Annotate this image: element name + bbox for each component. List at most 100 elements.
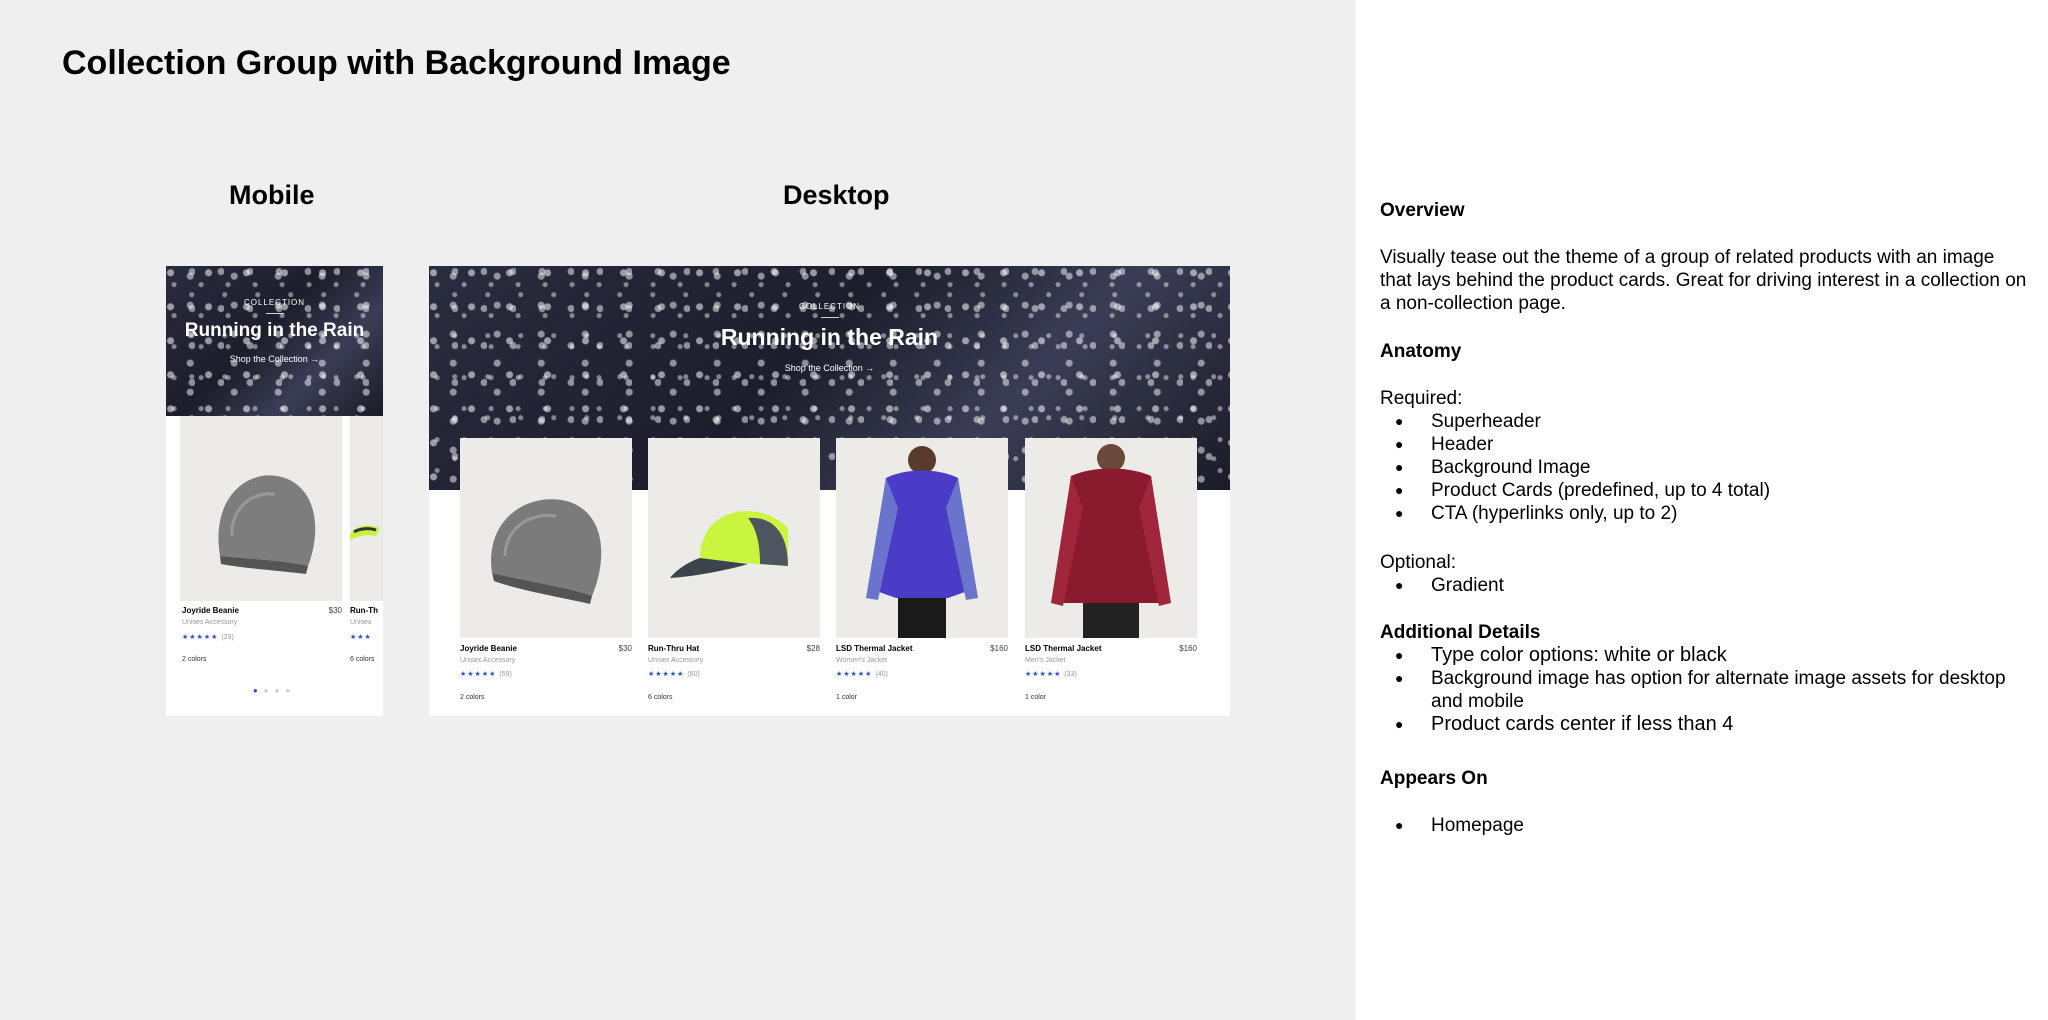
overview-text: Visually tease out the theme of a group … <box>1380 247 2027 314</box>
desktop-label: Desktop <box>783 180 890 210</box>
page-title: Collection Group with Background Image <box>62 44 731 82</box>
product-rating: ★★★★★ (40) <box>836 670 888 678</box>
anatomy-section: Anatomy <box>1380 340 2030 363</box>
rating-stars: ★★★★★ <box>460 671 497 678</box>
product-image <box>1025 438 1197 638</box>
product-image <box>460 438 632 638</box>
optional-section: Optional: Gradient <box>1380 551 2030 597</box>
list-item: Gradient <box>1380 574 2030 597</box>
product-price: $28 <box>806 644 820 653</box>
product-card[interactable]: Run-Thru Hat $28 Unisex Accessory ★★★★★ … <box>648 438 820 716</box>
list-item: Type color options: white or black <box>1380 644 2030 667</box>
product-category: Men's Jacket <box>1025 657 1066 664</box>
product-image <box>180 416 342 601</box>
hero-header: Running in the Rain <box>184 320 365 341</box>
product-name: Joyride Beanie <box>182 606 239 615</box>
list-item: Background image has option for alternat… <box>1380 667 2030 713</box>
superheader: COLLECTION <box>243 298 306 307</box>
optional-list: Gradient <box>1380 574 2030 597</box>
hero-background-image: COLLECTION Running in the Rain Shop the … <box>166 266 383 416</box>
product-rating: ★★★★★ (23) <box>182 633 234 641</box>
product-rating: ★★★★★ (60) <box>648 670 700 678</box>
list-item: Product Cards (predefined, up to 4 total… <box>1380 479 2030 502</box>
list-item: Background Image <box>1380 456 2030 479</box>
product-category: Women's Jacket <box>836 657 888 664</box>
appears-heading: Appears On <box>1380 768 1488 789</box>
divider <box>820 317 839 318</box>
product-category: Unisex Accessory <box>182 619 238 626</box>
rating-stars: ★★★ <box>350 634 372 641</box>
list-item: Homepage <box>1380 814 2030 837</box>
list-item: Product cards center if less than 4 <box>1380 713 2030 736</box>
rating-stars: ★★★★★ <box>1025 671 1062 678</box>
anatomy-heading: Anatomy <box>1380 341 1462 362</box>
product-category: Unisex <box>350 619 372 626</box>
color-count: 6 colors <box>648 694 673 701</box>
appears-section: Appears On <box>1380 767 2030 790</box>
product-name: Run-Th <box>350 606 378 615</box>
product-name: Joyride Beanie <box>460 644 517 653</box>
product-card[interactable]: LSD Thermal Jacket $160 Women's Jacket ★… <box>836 438 1008 716</box>
product-rating: ★★★★★ (59) <box>460 670 512 678</box>
mens-jacket-image <box>1051 444 1171 638</box>
list-item: CTA (hyperlinks only, up to 2) <box>1380 502 2030 525</box>
required-label: Required: <box>1380 388 1463 409</box>
required-list: Superheader Header Background Image Prod… <box>1380 410 2030 525</box>
product-name: LSD Thermal Jacket <box>1025 644 1102 653</box>
rating-stars: ★★★★★ <box>836 671 873 678</box>
shop-collection-link[interactable]: Shop the Collection → <box>429 363 1230 373</box>
product-name: Run-Thru Hat <box>648 644 700 653</box>
product-card[interactable]: Joyride Beanie $30 Unisex Accessory ★★★★… <box>180 416 342 678</box>
beanie-image <box>218 475 316 574</box>
review-count: (60) <box>687 671 700 678</box>
product-card[interactable]: Joyride Beanie $30 Unisex Accessory ★★★★… <box>460 438 632 716</box>
color-count: 2 colors <box>460 694 485 701</box>
rating-stars: ★★★★★ <box>182 634 219 641</box>
details-heading: Additional Details <box>1380 622 1541 643</box>
details-list: Type color options: white or black Backg… <box>1380 644 2030 736</box>
color-count: 6 colors <box>350 656 375 663</box>
mobile-mockup: COLLECTION Running in the Rain Shop the … <box>166 266 383 716</box>
product-name: LSD Thermal Jacket <box>836 644 913 653</box>
appears-list: Homepage <box>1380 814 2030 837</box>
superheader: COLLECTION <box>798 302 861 311</box>
hat-image <box>350 525 380 540</box>
overview-heading: Overview <box>1380 200 1465 221</box>
color-count: 1 color <box>1025 694 1047 701</box>
product-image <box>836 438 1008 638</box>
product-price: $160 <box>1179 644 1197 653</box>
product-image <box>648 438 820 638</box>
product-price: $30 <box>618 644 632 653</box>
review-count: (59) <box>499 671 512 678</box>
review-count: (33) <box>1064 671 1077 678</box>
list-item: Header <box>1380 433 2030 456</box>
hero-header: Running in the Rain <box>720 324 939 350</box>
beanie-image <box>491 499 602 604</box>
product-card[interactable]: Run-Th Unisex ★★★ 6 colors <box>350 416 383 678</box>
appears-body: Homepage <box>1380 814 2030 837</box>
mobile-label: Mobile <box>229 180 315 210</box>
product-category: Unisex Accessory <box>648 657 704 664</box>
list-item: Superheader <box>1380 410 2030 433</box>
product-image <box>350 416 383 601</box>
divider <box>265 313 284 314</box>
carousel-pagination[interactable]: ●●●● <box>166 686 383 695</box>
overview-section: Overview <box>1380 199 2030 222</box>
product-price: $30 <box>328 606 342 615</box>
hat-image <box>670 511 788 578</box>
color-count: 1 color <box>836 694 858 701</box>
optional-label: Optional: <box>1380 552 1457 573</box>
product-category: Unisex Accessory <box>460 657 516 664</box>
review-count: (40) <box>875 671 888 678</box>
product-rating: ★★★★★ (33) <box>1025 670 1077 678</box>
details-section: Additional Details Type color options: w… <box>1380 621 2030 736</box>
product-price: $160 <box>990 644 1008 653</box>
required-section: Required: Superheader Header Background … <box>1380 387 2030 525</box>
review-count: (23) <box>221 634 234 641</box>
overview-body: Visually tease out the theme of a group … <box>1380 246 2030 315</box>
desktop-mockup: COLLECTION Running in the Rain Shop the … <box>429 266 1230 716</box>
product-card[interactable]: LSD Thermal Jacket $160 Men's Jacket ★★★… <box>1025 438 1197 716</box>
shop-collection-link[interactable]: Shop the Collection → <box>166 354 383 364</box>
rating-stars: ★★★★★ <box>648 671 685 678</box>
color-count: 2 colors <box>182 656 207 663</box>
